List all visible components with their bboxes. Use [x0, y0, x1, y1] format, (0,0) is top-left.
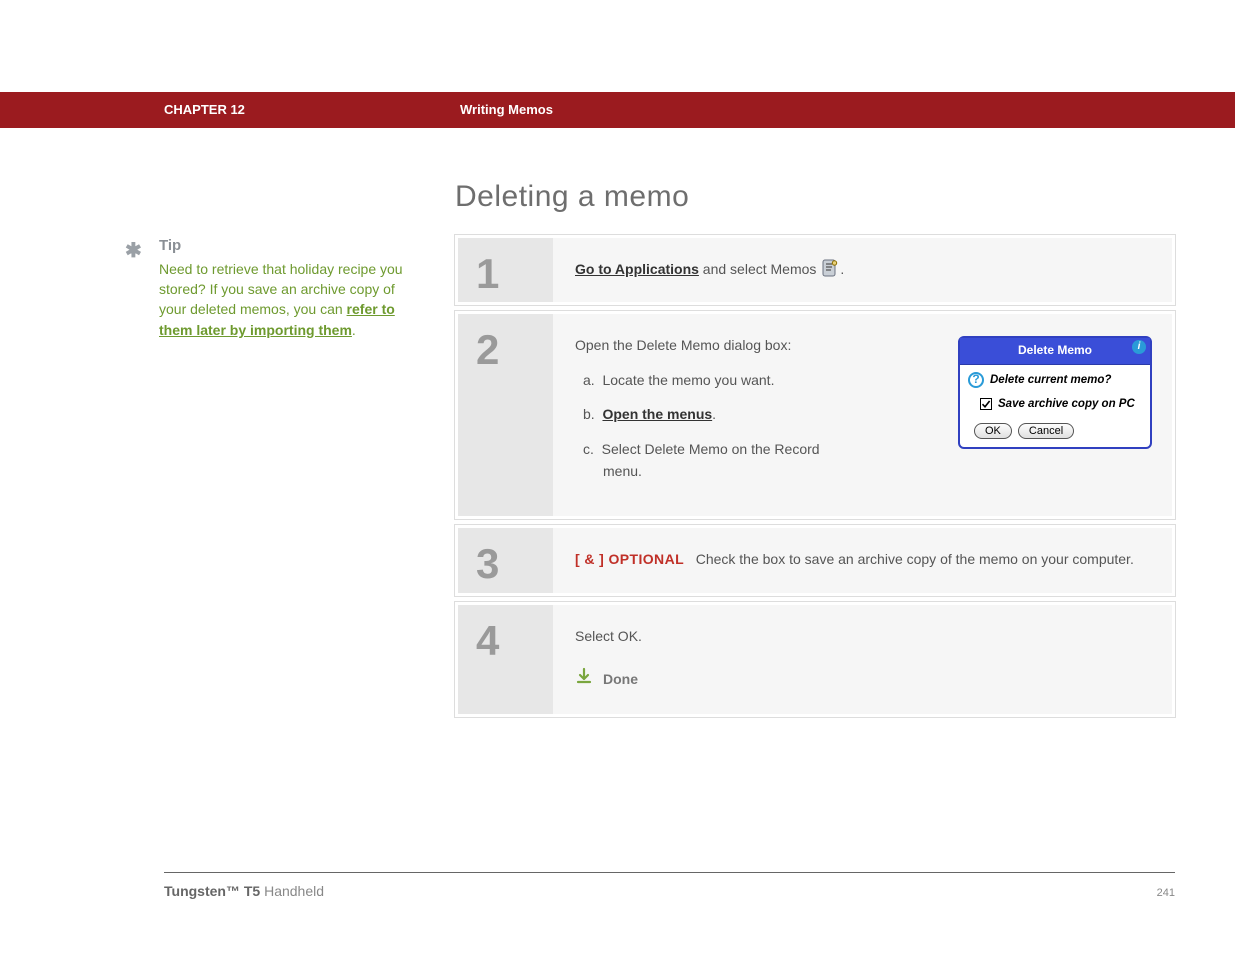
step-body: Open the Delete Memo dialog box: a. Loca… [553, 314, 1172, 516]
dialog-buttons: OK Cancel [968, 423, 1142, 439]
list-item: c. Select Delete Memo on the Record menu… [603, 438, 855, 483]
tip-body: Need to retrieve that holiday recipe you… [159, 259, 405, 340]
step3-text: Check the box to save an archive copy of… [696, 551, 1134, 567]
chapter-label: CHAPTER 12 [164, 102, 245, 117]
list-item: b. Open the menus. [603, 403, 855, 425]
ok-button[interactable]: OK [974, 423, 1012, 439]
dialog-body: ? Delete current memo? Save archive copy… [960, 365, 1150, 448]
tip-label: Tip [159, 235, 405, 257]
step2-instructions: Open the Delete Memo dialog box: a. Loca… [575, 334, 855, 482]
page-number: 241 [1157, 887, 1175, 899]
step2-intro: Open the Delete Memo dialog box: [575, 334, 855, 356]
dialog-title: Delete Memo [1018, 343, 1092, 357]
go-to-applications-link[interactable]: Go to Applications [575, 261, 699, 277]
product-bold: Tungsten™ T5 [164, 883, 260, 899]
archive-checkbox-label: Save archive copy on PC [998, 395, 1135, 413]
step4-text: Select OK. [575, 625, 1150, 647]
chapter-header: CHAPTER 12 Writing Memos [0, 92, 1235, 128]
step-2: 2 Open the Delete Memo dialog box: a. Lo… [455, 311, 1175, 519]
step1-text: and select Memos [699, 261, 820, 277]
dialog-question: Delete current memo? [990, 371, 1111, 389]
steps-container: 1 Go to Applications and select Memos . … [455, 235, 1175, 723]
optional-tag: [ & ] OPTIONAL [575, 551, 684, 567]
memos-app-icon [820, 258, 840, 278]
step-body: Go to Applications and select Memos . [553, 238, 1172, 302]
open-the-menus-link[interactable]: Open the menus [602, 406, 712, 422]
page-footer: Tungsten™ T5 Handheld 241 [164, 872, 1175, 899]
step-number: 3 [458, 528, 553, 592]
list-item: a. Locate the memo you want. [603, 369, 855, 391]
page-heading: Deleting a memo [455, 180, 689, 214]
dialog-question-row: ? Delete current memo? [968, 371, 1142, 389]
section-title: Writing Memos [460, 102, 553, 117]
step-number: 1 [458, 238, 553, 302]
archive-checkbox[interactable] [980, 398, 992, 410]
done-label: Done [603, 668, 638, 690]
asterisk-icon: ✱ [125, 237, 142, 266]
product-rest: Handheld [260, 883, 324, 899]
step-1: 1 Go to Applications and select Memos . [455, 235, 1175, 305]
step-body: [ & ] OPTIONAL Check the box to save an … [553, 528, 1172, 592]
done-row: Done [575, 667, 1150, 691]
step2-list: a. Locate the memo you want. b. Open the… [575, 369, 855, 483]
step-number: 4 [458, 605, 553, 714]
step-number: 2 [458, 314, 553, 516]
question-icon: ? [968, 372, 984, 388]
step-4: 4 Select OK. Done [455, 602, 1175, 717]
step-3: 3 [ & ] OPTIONAL Check the box to save a… [455, 525, 1175, 595]
done-arrow-icon [575, 667, 593, 691]
dialog-titlebar: Delete Memo i [960, 338, 1150, 364]
step1-trailing: . [840, 261, 844, 277]
cancel-button[interactable]: Cancel [1018, 423, 1074, 439]
product-name: Tungsten™ T5 Handheld [164, 883, 324, 899]
dialog-checkbox-row: Save archive copy on PC [968, 395, 1142, 413]
tip-column: ✱ Tip Need to retrieve that holiday reci… [125, 235, 405, 340]
step-body: Select OK. Done [553, 605, 1172, 714]
delete-memo-dialog: Delete Memo i ? Delete current memo? S [958, 336, 1152, 449]
info-icon[interactable]: i [1132, 340, 1146, 354]
tip-trailing: . [352, 322, 356, 338]
